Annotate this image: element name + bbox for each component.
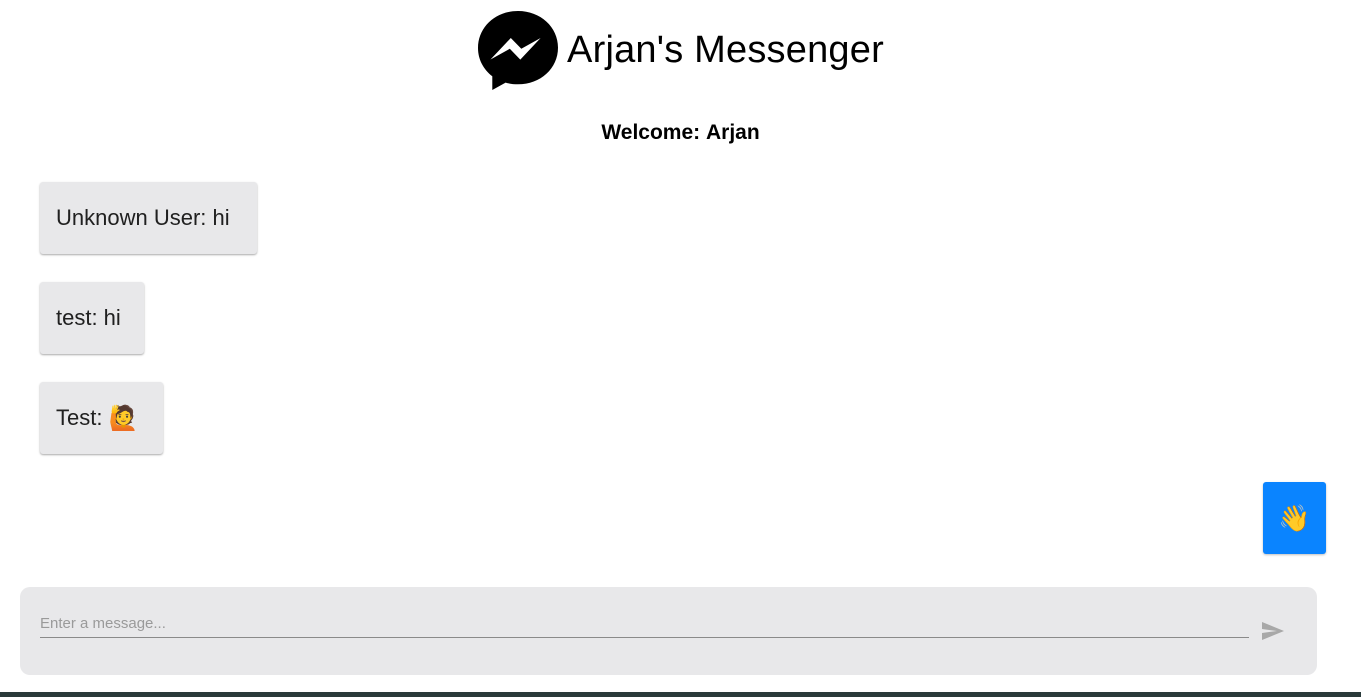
message-composer bbox=[20, 587, 1317, 675]
message-bubble: test: hi bbox=[40, 282, 144, 354]
send-button[interactable] bbox=[1260, 619, 1286, 643]
messenger-page: Arjan's Messenger Welcome: Arjan Unknown… bbox=[0, 0, 1361, 697]
message-list: Unknown User: hi test: hi Test: 🙋 👋 bbox=[0, 0, 1361, 580]
message-input[interactable] bbox=[40, 609, 1249, 638]
message-bubble: Unknown User: hi bbox=[40, 182, 257, 254]
waving-hand-emoji: 👋 bbox=[1278, 502, 1311, 533]
message-text: test: hi bbox=[56, 305, 121, 330]
own-message-bubble: 👋 bbox=[1263, 482, 1326, 554]
taskbar-edge bbox=[0, 692, 1361, 697]
message-text: Unknown User: hi bbox=[56, 205, 230, 230]
raising-hand-emoji: 🙋 bbox=[108, 404, 139, 432]
send-icon bbox=[1262, 622, 1284, 640]
message-text: Test: bbox=[56, 405, 103, 430]
message-bubble: Test: 🙋 bbox=[40, 382, 163, 454]
